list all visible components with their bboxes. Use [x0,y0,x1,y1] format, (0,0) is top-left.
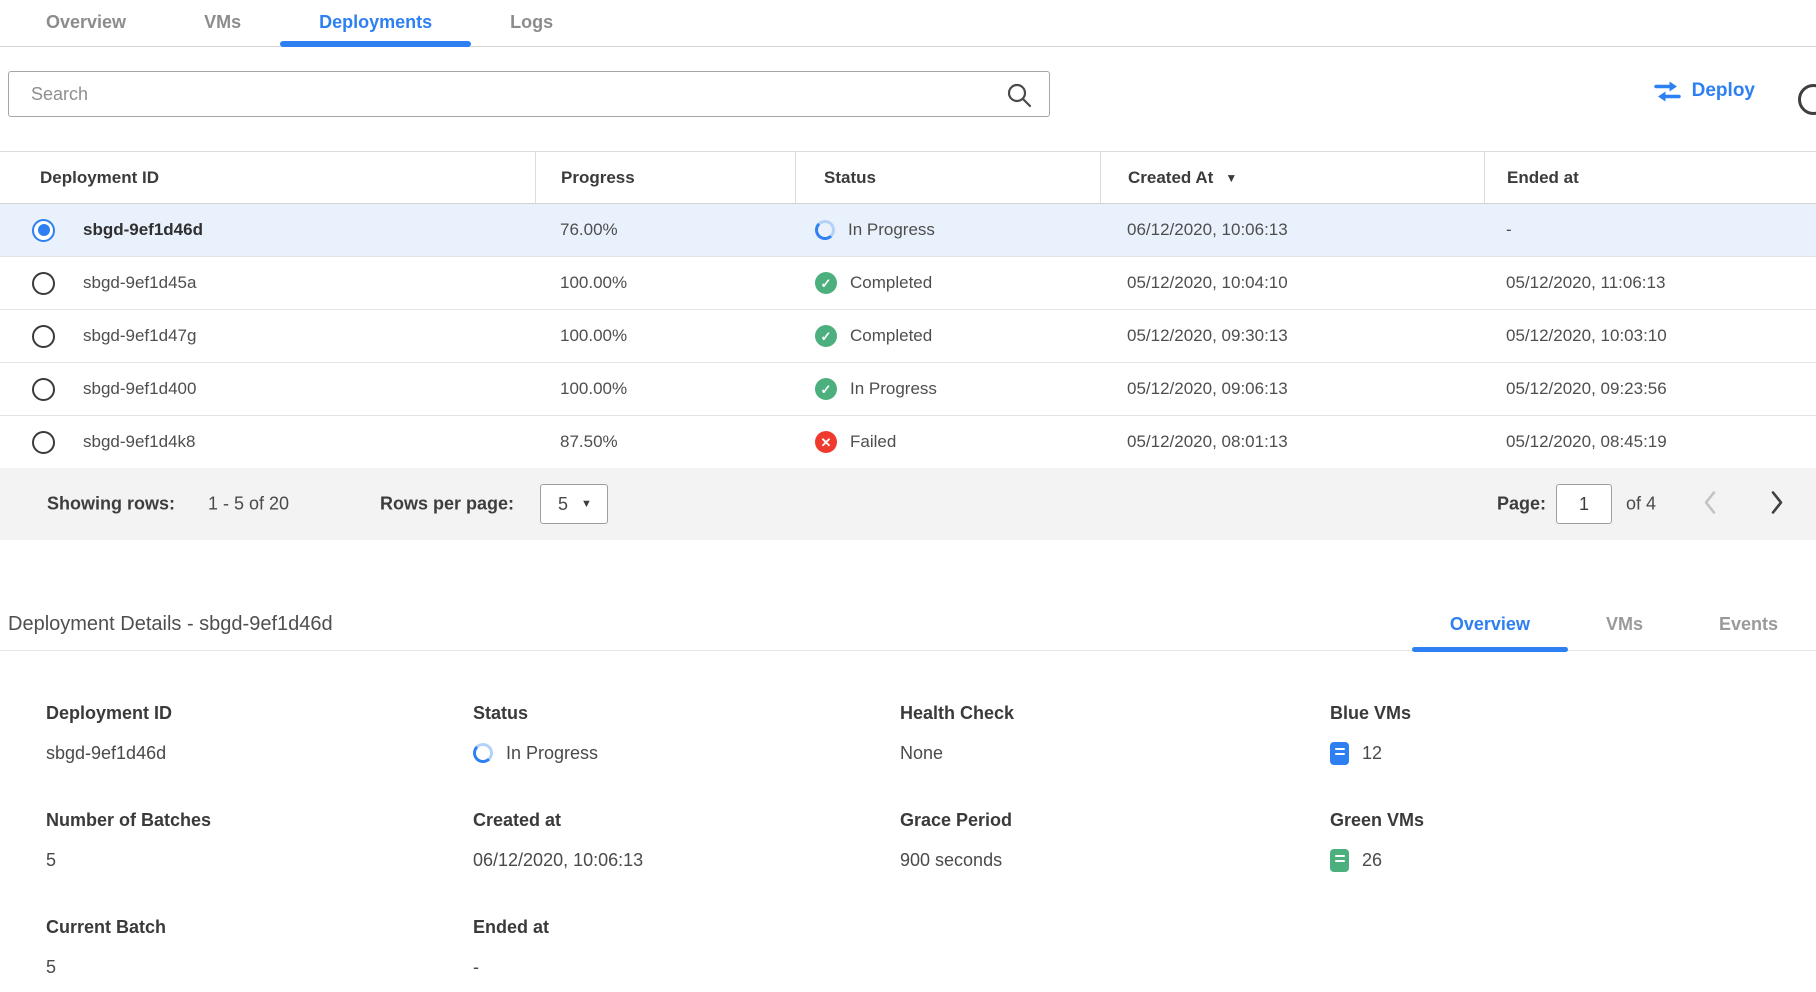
tab-logs[interactable]: Logs [471,0,592,46]
status-text: Failed [850,432,896,452]
showing-rows-label: Showing rows: [47,494,175,515]
detail-field-grace-period: Grace Period 900 seconds [900,810,1330,873]
rows-per-page-select[interactable]: 5 ▼ [540,484,608,524]
status-spinner-icon [815,220,835,240]
tab-vms[interactable]: VMs [165,0,280,46]
deployment-id-value: sbgd-9ef1d46d [83,220,203,240]
ended-at-value: - [1484,220,1816,240]
chevron-down-icon: ▼ [581,498,592,510]
showing-rows-value: 1 - 5 of 20 [208,494,289,515]
search-box [8,71,1050,117]
status-check-icon [815,325,837,347]
prev-page-button[interactable] [1702,490,1717,519]
details-title: Deployment Details - sbgd-9ef1d46d [8,613,333,636]
detail-field-created-at: Created at 06/12/2020, 10:06:13 [473,810,900,873]
column-header-ended-at[interactable]: Ended at [1484,152,1816,203]
tab-overview[interactable]: Overview [7,0,165,46]
page-label: Page: [1497,494,1546,515]
detail-field-deployment-id: Deployment ID sbgd-9ef1d46d [46,703,473,766]
detail-field-status: Status In Progress [473,703,900,766]
deployment-id-value: sbgd-9ef1d4k8 [83,432,195,452]
search-input[interactable] [8,71,1050,117]
detail-field-current-batch: Current Batch 5 [46,917,473,980]
table-row[interactable]: sbgd-9ef1d47g 100.00% Completed 05/12/20… [0,310,1816,363]
table-header-row: Deployment ID Progress Status Created At… [0,151,1816,204]
table-row[interactable]: sbgd-9ef1d45a 100.00% Completed 05/12/20… [0,257,1816,310]
progress-value: 76.00% [535,220,795,240]
progress-value: 100.00% [535,273,795,293]
deployment-id-value: sbgd-9ef1d47g [83,326,196,346]
status-text: In Progress [850,379,937,399]
row-radio[interactable] [32,378,55,401]
detail-field-health-check: Health Check None [900,703,1330,766]
top-tab-bar: Overview VMs Deployments Logs [0,0,1816,47]
row-radio[interactable] [32,325,55,348]
deployment-id-value: sbgd-9ef1d400 [83,379,196,399]
status-text: Completed [850,326,932,346]
details-tab-vms[interactable]: VMs [1568,600,1681,651]
column-header-created-at[interactable]: Created At ▼ [1100,152,1484,203]
ended-at-value: 05/12/2020, 09:23:56 [1484,379,1816,399]
created-at-value: 05/12/2020, 09:30:13 [1100,326,1484,346]
created-at-value: 05/12/2020, 09:06:13 [1100,379,1484,399]
details-grid: Deployment ID sbgd-9ef1d46d Status In Pr… [0,651,1816,980]
row-radio[interactable] [32,431,55,454]
details-tab-events[interactable]: Events [1681,600,1816,651]
status-text: In Progress [848,220,935,240]
refresh-icon[interactable] [1798,84,1816,115]
created-at-value: 05/12/2020, 10:04:10 [1100,273,1484,293]
next-page-button[interactable] [1770,490,1785,519]
progress-value: 100.00% [535,326,795,346]
table-row[interactable]: sbgd-9ef1d4k8 87.50% Failed 05/12/2020, … [0,416,1816,469]
ended-at-value: 05/12/2020, 11:06:13 [1484,273,1816,293]
column-header-status[interactable]: Status [795,152,1100,203]
details-tab-bar: Overview VMs Events [1412,600,1816,651]
detail-field-number-of-batches: Number of Batches 5 [46,810,473,873]
column-header-progress[interactable]: Progress [535,152,795,203]
sort-descending-icon: ▼ [1225,171,1237,185]
vm-icon-blue [1330,742,1349,765]
deploy-button[interactable]: Deploy [1654,80,1755,102]
swap-arrows-icon [1654,81,1681,102]
detail-field-ended-at: Ended at - [473,917,900,980]
table-body: sbgd-9ef1d46d 76.00% In Progress 06/12/2… [0,204,1816,469]
status-check-icon [815,378,837,400]
chevron-right-icon [1770,490,1785,516]
detail-field-blue-vms: Blue VMs 12 [1330,703,1816,766]
row-radio[interactable] [32,219,55,242]
ended-at-value: 05/12/2020, 08:45:19 [1484,432,1816,452]
deployment-id-value: sbgd-9ef1d45a [83,273,196,293]
progress-value: 100.00% [535,379,795,399]
details-tab-overview[interactable]: Overview [1412,600,1568,651]
page-input[interactable] [1556,484,1612,524]
tab-deployments[interactable]: Deployments [280,0,471,46]
deploy-button-label: Deploy [1692,80,1755,102]
status-spinner-icon [473,743,493,763]
table-row[interactable]: sbgd-9ef1d46d 76.00% In Progress 06/12/2… [0,204,1816,257]
status-text: Completed [850,273,932,293]
chevron-left-icon [1702,490,1717,516]
row-radio[interactable] [32,272,55,295]
created-at-value: 06/12/2020, 10:06:13 [1100,220,1484,240]
deployments-table: Deployment ID Progress Status Created At… [0,151,1816,469]
search-icon [1006,82,1032,108]
rows-per-page-value: 5 [558,494,568,515]
details-header: Deployment Details - sbgd-9ef1d46d Overv… [0,600,1816,651]
rows-per-page-label: Rows per page: [380,494,514,515]
created-at-value: 05/12/2020, 08:01:13 [1100,432,1484,452]
column-header-deployment-id[interactable]: Deployment ID [0,152,535,203]
ended-at-value: 05/12/2020, 10:03:10 [1484,326,1816,346]
progress-value: 87.50% [535,432,795,452]
page-total: of 4 [1626,494,1656,515]
detail-field-green-vms: Green VMs 26 [1330,810,1816,873]
table-footer: Showing rows: 1 - 5 of 20 Rows per page:… [0,468,1816,540]
status-check-icon [815,272,837,294]
status-failed-icon [815,431,837,453]
vm-icon-green [1330,849,1349,872]
table-row[interactable]: sbgd-9ef1d400 100.00% In Progress 05/12/… [0,363,1816,416]
